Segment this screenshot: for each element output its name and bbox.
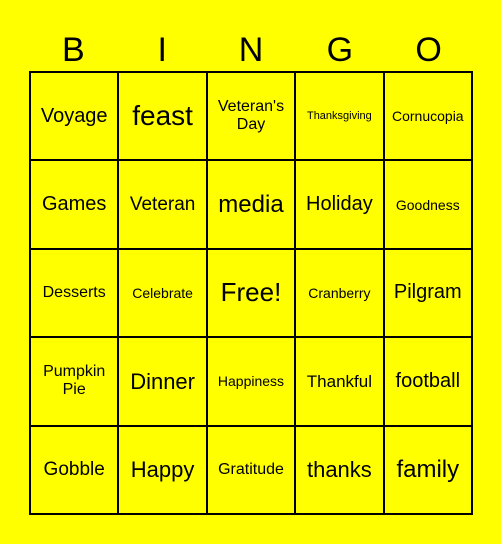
header-letter-g: G <box>326 31 354 69</box>
bingo-cell[interactable]: Holiday <box>295 160 384 249</box>
bingo-cell[interactable]: feast <box>118 72 207 161</box>
bingo-cell[interactable]: Voyage <box>30 72 119 161</box>
bingo-cell[interactable]: Gobble <box>30 425 119 514</box>
bingo-cell[interactable]: Pumpkin Pie <box>30 337 119 426</box>
bingo-cell[interactable]: football <box>383 337 472 426</box>
bingo-cell[interactable]: Thanksgiving <box>295 72 384 161</box>
header-letter-b: B <box>62 31 85 69</box>
bingo-cell[interactable]: Dinner <box>118 337 207 426</box>
bingo-cell[interactable]: Celebrate <box>118 248 207 338</box>
bingo-cell[interactable]: Goodness <box>383 160 472 249</box>
bingo-cell[interactable]: Happy <box>118 425 207 514</box>
bingo-cell[interactable]: Veteran <box>118 160 207 249</box>
header-letter-o: O <box>415 31 442 69</box>
bingo-cell[interactable]: thanks <box>295 425 384 514</box>
bingo-cell[interactable]: Games <box>30 160 119 249</box>
bingo-header: B I N G O <box>29 28 473 72</box>
bingo-board: Voyage feast Veteran's Day Thanksgiving … <box>29 71 473 515</box>
header-letter-n: N <box>238 31 264 69</box>
bingo-cell[interactable]: Gratitude <box>206 425 296 514</box>
bingo-cell[interactable]: Cranberry <box>295 248 384 338</box>
free-space-cell[interactable]: Free! <box>206 248 296 338</box>
bingo-cell[interactable]: Desserts <box>30 248 119 338</box>
bingo-cell[interactable]: Cornucopia <box>383 72 472 161</box>
bingo-cell[interactable]: Veteran's Day <box>206 72 296 161</box>
header-letter-i: I <box>157 31 167 69</box>
bingo-cell[interactable]: family <box>383 425 472 514</box>
bingo-cell[interactable]: Happiness <box>206 337 296 426</box>
bingo-cell[interactable]: Pilgram <box>383 248 472 338</box>
bingo-cell[interactable]: media <box>206 160 296 249</box>
bingo-cell[interactable]: Thankful <box>295 337 384 426</box>
